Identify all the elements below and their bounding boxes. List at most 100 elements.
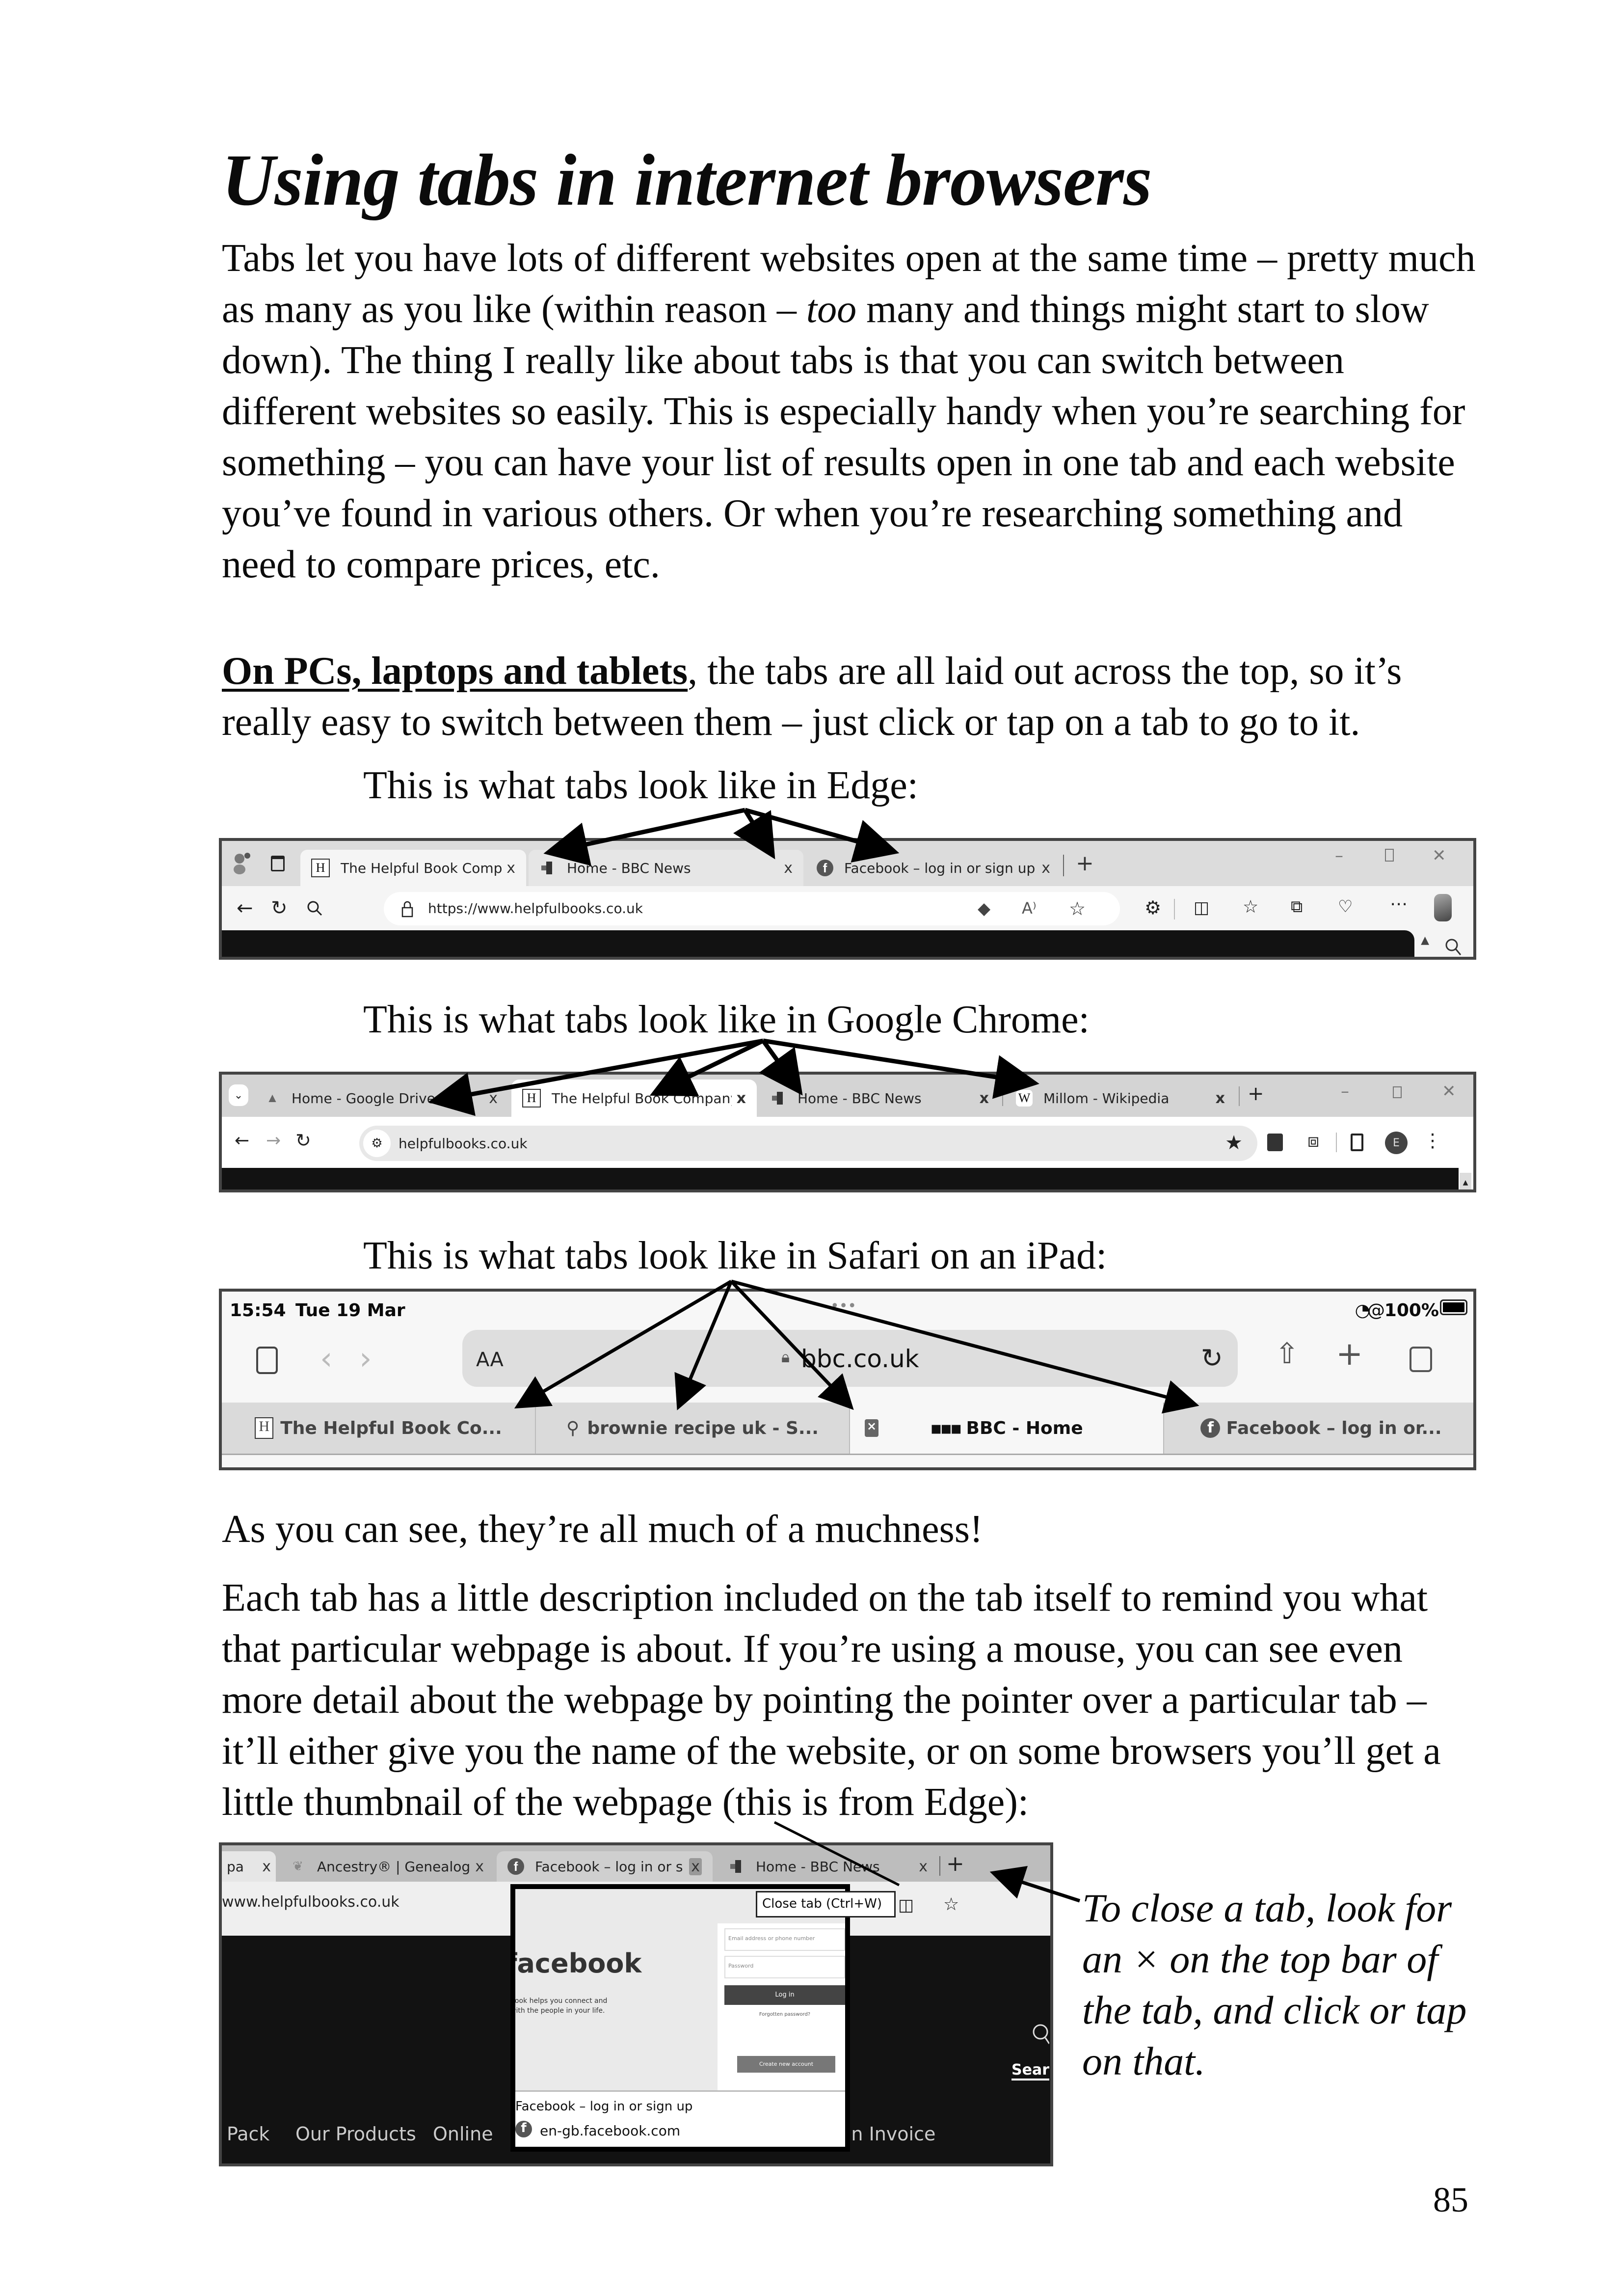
close-tab-icon[interactable]: x	[980, 1090, 989, 1107]
back-icon[interactable]: ‹	[320, 1341, 333, 1377]
refresh-icon[interactable]: ↻	[295, 1130, 311, 1151]
chrome-address-bar[interactable]: ⚙ helpfulbooks.co.uk ★	[359, 1126, 1257, 1161]
chrome-url[interactable]: helpfulbooks.co.uk	[399, 1135, 528, 1152]
split-screen-icon[interactable]: ◫	[1194, 898, 1209, 918]
edge-tab-facebook[interactable]: f Facebook – log in or sign up x	[806, 850, 1061, 886]
scrollbar[interactable]: ▲	[1460, 1173, 1471, 1189]
close-tab-icon[interactable]: x	[784, 860, 793, 877]
multitasking-dots[interactable]: •••	[830, 1297, 856, 1315]
search-icon[interactable]	[306, 900, 323, 917]
close-tab-icon[interactable]: x	[506, 860, 515, 877]
close-tab-icon[interactable]: x	[737, 1090, 746, 1107]
shopping-tag-icon[interactable]: ◆	[978, 899, 990, 918]
extensions-puzzle-icon[interactable]: ⧈	[1307, 1130, 1319, 1152]
nav-link[interactable]: Our Products	[295, 2123, 416, 2145]
nav-link[interactable]: Pack	[227, 2123, 269, 2145]
minimize-button[interactable]: –	[1335, 846, 1343, 865]
profile-icon[interactable]	[233, 852, 252, 875]
site-info-icon[interactable]: ⚙	[363, 1130, 391, 1157]
close-tab-icon[interactable]: x	[1216, 1090, 1225, 1107]
page-title: Using tabs in internet browsers	[222, 139, 1152, 221]
scroll-up-icon[interactable]: ▲	[1421, 934, 1429, 946]
maximize-button[interactable]	[1393, 1086, 1402, 1098]
close-tab-icon[interactable]: x	[262, 1858, 271, 1875]
read-aloud-icon[interactable]: A⁾	[1022, 899, 1037, 918]
forward-icon[interactable]: →	[266, 1131, 281, 1151]
window-close-button[interactable]: ✕	[1432, 846, 1446, 865]
edge-page-content	[222, 930, 1414, 957]
search-label[interactable]: Sear	[1011, 2061, 1049, 2080]
new-tab-button[interactable]: +	[1076, 851, 1094, 876]
chrome-tab-google-drive[interactable]: ▲ Home - Google Drive x	[253, 1080, 508, 1117]
tab-divider	[1239, 1086, 1240, 1106]
more-options-icon[interactable]: ⋮	[1423, 1130, 1442, 1151]
copilot-icon[interactable]	[1434, 894, 1452, 921]
back-icon[interactable]: ←	[237, 897, 253, 919]
bookmark-star-icon[interactable]: ★	[1225, 1132, 1243, 1154]
google-drive-favicon: ▲	[266, 1091, 279, 1105]
back-icon[interactable]: ←	[235, 1131, 249, 1151]
tab-search-dropdown[interactable]: ⌄	[229, 1084, 248, 1106]
minimize-button[interactable]: –	[1341, 1081, 1349, 1101]
browser-essentials-icon[interactable]: ♡	[1338, 897, 1353, 917]
split-screen-icon[interactable]: ◫	[898, 1895, 914, 1915]
extension-icon[interactable]	[1267, 1134, 1283, 1151]
facebook-favicon: f	[507, 1858, 524, 1875]
bbc-news-favicon	[539, 860, 556, 876]
site-search-icon[interactable]	[1030, 2022, 1049, 2047]
edge-tab-bbc-news[interactable]: Home - BBC News x	[718, 1851, 938, 1882]
edge-tab-facebook-hovered[interactable]: f Facebook – log in or sign x	[497, 1851, 713, 1882]
close-tab-icon[interactable]: ×	[865, 1419, 878, 1437]
reader-text-size-button[interactable]: AA	[476, 1349, 504, 1371]
helpful-book-favicon: H	[311, 859, 330, 877]
sidebar-icon[interactable]	[256, 1347, 278, 1374]
edge-hover-url[interactable]: www.helpfulbooks.co.uk	[222, 1893, 399, 1911]
edge-tab-helpful-book[interactable]: H The Helpful Book Company x	[300, 850, 526, 886]
safari-ipad-screenshot: 15:54 Tue 19 Mar ••• ◔ @ 100% ‹ › AA 🔒︎ …	[219, 1289, 1476, 1470]
window-close-button[interactable]: ✕	[1442, 1081, 1456, 1101]
close-tab-icon[interactable]: x	[689, 1858, 702, 1875]
new-tab-button[interactable]: +	[1248, 1082, 1264, 1105]
new-tab-button[interactable]: +	[946, 1851, 964, 1876]
extensions-icon[interactable]: ⚙	[1144, 897, 1161, 918]
chrome-tab-bbc-news[interactable]: Home - BBC News x	[759, 1080, 1000, 1117]
vertical-tabs-icon[interactable]	[271, 856, 285, 871]
reload-icon[interactable]: ↻	[1201, 1343, 1223, 1374]
edge-tab-ancestry[interactable]: ❦ Ancestry® | Genealogy, F x	[279, 1851, 495, 1882]
edge-address-bar[interactable]: https://www.helpfulbooks.co.uk ◆ A⁾ ☆	[384, 892, 1120, 925]
safari-tab-brownie-search[interactable]: ⚲ brownie recipe uk - S...	[536, 1403, 850, 1454]
more-options-icon[interactable]: ⋯	[1390, 894, 1408, 914]
close-tab-icon[interactable]: x	[919, 1858, 928, 1875]
edge-url[interactable]: https://www.helpfulbooks.co.uk	[428, 900, 643, 917]
sidebar-search-icon[interactable]	[1444, 937, 1462, 957]
edge-tab-partial[interactable]: pa x	[222, 1851, 276, 1882]
collections-icon[interactable]: ⧉	[1291, 897, 1303, 917]
maximize-button[interactable]	[1385, 849, 1394, 862]
chrome-tab-wikipedia[interactable]: W Millom - Wikipedia x	[1005, 1080, 1236, 1117]
safari-tab-bbc-home[interactable]: × ▪▪▪ BBC - Home	[850, 1403, 1164, 1454]
edge-tab-bbc-news[interactable]: Home - BBC News x	[529, 850, 803, 886]
safari-tab-helpful-book[interactable]: H The Helpful Book Co...	[222, 1403, 536, 1454]
preview-domain: en-gb.facebook.com	[540, 2123, 681, 2139]
bbc-news-favicon	[728, 1858, 745, 1875]
favorites-icon[interactable]: ☆	[943, 1894, 959, 1915]
safari-tab-facebook[interactable]: f Facebook – log in or...	[1164, 1403, 1473, 1454]
new-tab-button[interactable]: +	[1336, 1335, 1363, 1373]
refresh-icon[interactable]: ↻	[271, 897, 288, 919]
favorites-icon[interactable]: ☆	[1243, 897, 1258, 917]
nav-link[interactable]: Online	[433, 2123, 493, 2145]
close-tab-icon[interactable]: x	[475, 1858, 484, 1875]
profile-avatar[interactable]: E	[1385, 1132, 1408, 1154]
ipad-status-bar: 15:54 Tue 19 Mar ••• ◔ @ 100%	[222, 1296, 1473, 1325]
close-tab-icon[interactable]: x	[1041, 860, 1050, 877]
forward-icon[interactable]: ›	[359, 1341, 372, 1377]
chrome-tab-helpful-book[interactable]: H The Helpful Book Company x	[511, 1080, 757, 1117]
battery-icon	[1440, 1299, 1467, 1315]
safari-url[interactable]: bbc.co.uk	[801, 1345, 919, 1373]
safari-address-bar[interactable]: AA 🔒︎ bbc.co.uk ↻	[462, 1330, 1238, 1387]
favorite-star-icon[interactable]: ☆	[1069, 898, 1086, 919]
share-icon[interactable]: ⇧	[1275, 1337, 1299, 1370]
close-tab-icon[interactable]: x	[489, 1090, 498, 1107]
side-panel-icon[interactable]	[1351, 1134, 1363, 1151]
tab-overview-icon[interactable]	[1410, 1347, 1432, 1372]
